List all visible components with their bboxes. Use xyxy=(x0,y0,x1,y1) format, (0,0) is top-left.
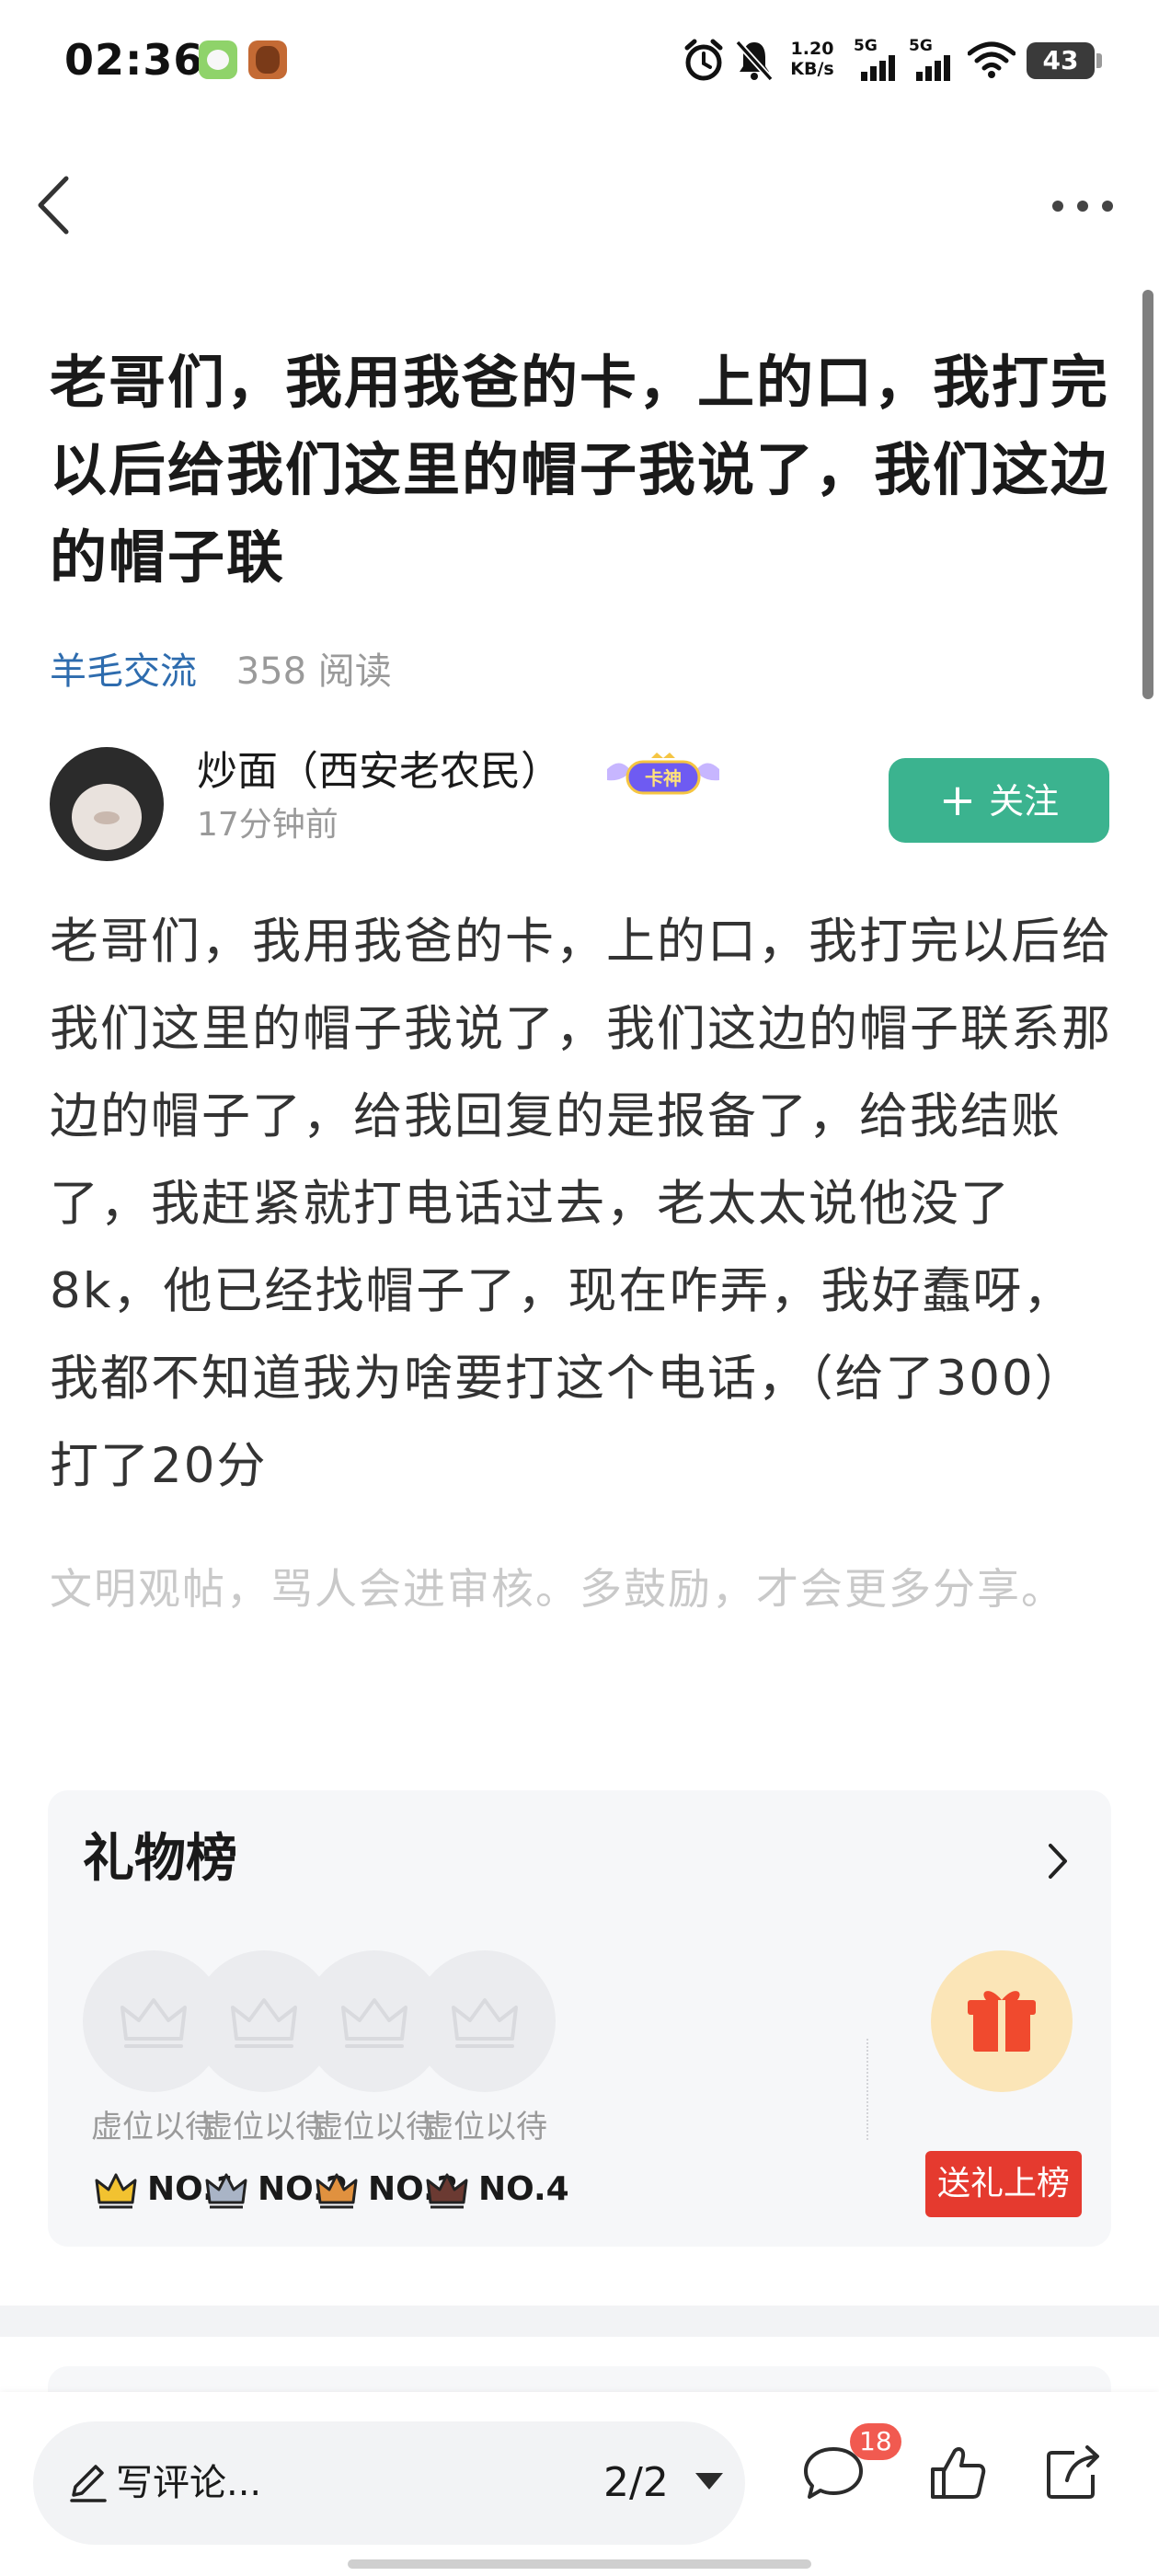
crown-bronze-icon xyxy=(316,2173,358,2209)
network-speed-unit: KB/s xyxy=(790,59,834,79)
gift-board-title: 礼物榜 xyxy=(83,1829,237,1889)
comment-placeholder: 写评论... xyxy=(116,2462,262,2504)
pencil-icon xyxy=(70,2465,107,2502)
category-link[interactable]: 羊毛交流 xyxy=(50,650,197,693)
signal-2-label: 5G xyxy=(909,37,933,55)
wifi-icon xyxy=(968,41,1016,78)
gift-board: 礼物榜 虚位以待 NO.1 虚位以待 NO.2 虚位以待 NO.3 虚位以待 N… xyxy=(48,1790,1111,2247)
gift-slot-4[interactable]: 虚位以待 NO.4 xyxy=(410,1950,569,2209)
send-gift-button[interactable]: 送礼上榜 xyxy=(925,2151,1082,2217)
caret-down-icon[interactable] xyxy=(695,2473,723,2490)
plus-icon: + xyxy=(938,775,977,826)
chevron-right-icon[interactable] xyxy=(1038,1838,1078,1884)
follow-button[interactable]: + 关注 xyxy=(889,758,1109,843)
comment-input[interactable]: 写评论... 2/2 xyxy=(33,2421,745,2545)
empty-slot-avatar xyxy=(414,1950,556,2092)
signal-1: 5G xyxy=(854,37,903,83)
comment-count-badge: 18 xyxy=(850,2423,901,2460)
gift-board-divider xyxy=(866,2039,868,2140)
signal-icon xyxy=(861,53,901,81)
scrollbar[interactable] xyxy=(1142,290,1153,699)
back-button[interactable] xyxy=(28,173,83,237)
alarm-icon xyxy=(684,39,723,81)
battery-icon: 43 xyxy=(1027,42,1102,79)
crown-gold-icon xyxy=(95,2173,137,2209)
network-speed: 1.20 KB/s xyxy=(786,39,839,79)
slot-rank-text: NO.4 xyxy=(478,2170,569,2208)
author-name[interactable]: 炒面（西安老农民） xyxy=(197,743,561,800)
share-icon[interactable] xyxy=(1036,2436,1109,2510)
bottom-bar: 写评论... 2/2 18 xyxy=(0,2392,1159,2576)
slot-rank: NO.4 xyxy=(414,2166,569,2214)
gift-button[interactable] xyxy=(931,1950,1073,2092)
follow-label: 关注 xyxy=(989,781,1060,822)
signal-icon xyxy=(916,53,957,81)
author-badge-label: 卡神 xyxy=(645,767,682,789)
status-time: 02:36 xyxy=(64,35,204,85)
thumbs-up-icon[interactable] xyxy=(922,2436,995,2510)
civility-note: 文明观帖，骂人会进审核。多鼓励，才会更多分享。 xyxy=(50,1564,1065,1614)
network-speed-value: 1.20 xyxy=(790,39,834,59)
gift-box-icon xyxy=(968,1991,1036,2052)
crown-dark-icon xyxy=(426,2173,468,2209)
crown-outline-icon xyxy=(452,1998,518,2048)
crown-silver-icon xyxy=(205,2173,247,2209)
home-indicator[interactable] xyxy=(348,2559,811,2569)
read-count: 358 阅读 xyxy=(235,650,392,693)
mute-bell-icon xyxy=(735,40,774,82)
author-badge: 卡神 xyxy=(607,753,719,795)
post-title: 老哥们，我用我爸的卡，上的口，我打完以后给我们这里的帽子我说了，我们这边的帽子联 xyxy=(50,349,1110,591)
status-bar: 02:36 1.20 KB/s 5G 5G 43 xyxy=(0,0,1159,129)
slot-label: 虚位以待 xyxy=(422,2109,547,2145)
post-time: 17分钟前 xyxy=(197,806,339,844)
signal-2: 5G xyxy=(909,37,958,83)
page-indicator[interactable]: 2/2 xyxy=(603,2421,669,2545)
app-notification-icon xyxy=(199,40,237,79)
signal-1-label: 5G xyxy=(854,37,878,55)
more-options-button[interactable] xyxy=(1049,188,1117,224)
post-body: 老哥们，我用我爸的卡，上的口，我打完以后给我们这里的帽子我说了，我们这边的帽子联… xyxy=(50,914,1112,1494)
post-meta: 羊毛交流 358 阅读 xyxy=(50,644,392,699)
avatar[interactable] xyxy=(50,747,164,861)
game-notification-icon xyxy=(248,40,287,79)
section-divider xyxy=(0,2306,1159,2337)
